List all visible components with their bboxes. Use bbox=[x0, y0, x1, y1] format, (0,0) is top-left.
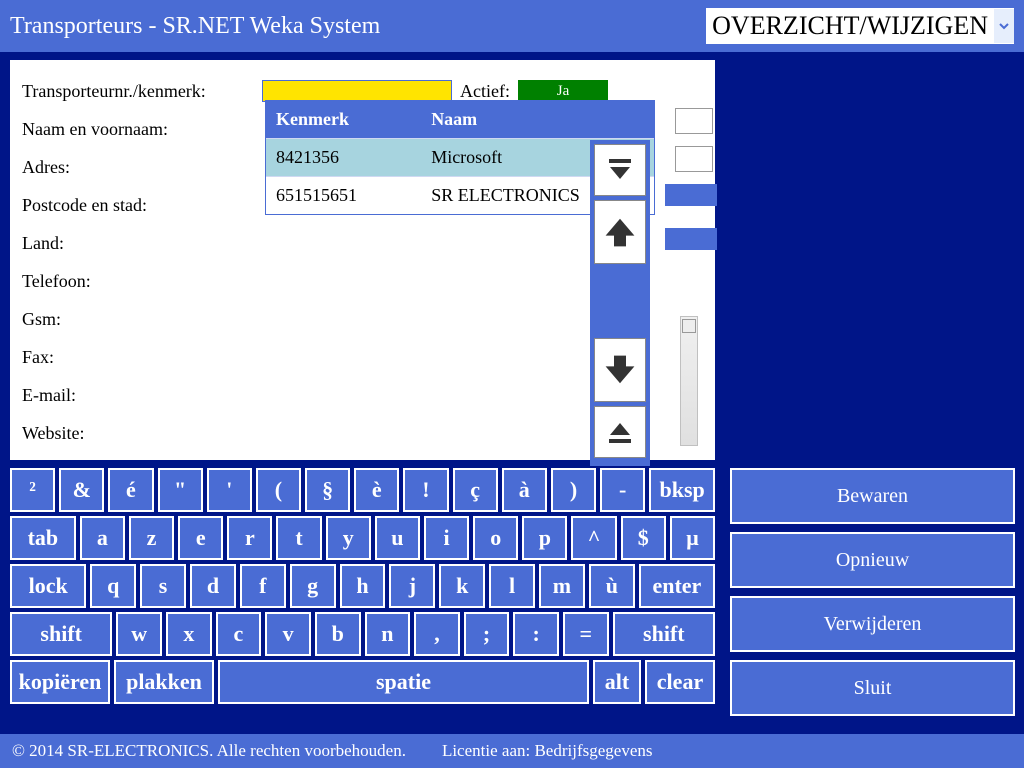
key-v[interactable]: v bbox=[265, 612, 311, 656]
title-bar: Transporteurs - SR.NET Weka System OVERZ… bbox=[0, 0, 1024, 52]
action-panel: Bewaren Opnieuw Verwijderen Sluit bbox=[730, 468, 1015, 724]
key-egrave[interactable]: è bbox=[354, 468, 399, 512]
key-e[interactable]: e bbox=[178, 516, 223, 560]
key-c[interactable]: c bbox=[216, 612, 262, 656]
mode-dropdown-value: OVERZICHT/WIJZIGEN bbox=[706, 8, 994, 44]
key-lock[interactable]: lock bbox=[10, 564, 86, 608]
key-paste[interactable]: plakken bbox=[114, 660, 214, 704]
save-button[interactable]: Bewaren bbox=[730, 468, 1015, 524]
status-bar: © 2014 SR-ELECTRONICS. Alle rechten voor… bbox=[0, 734, 1024, 768]
key-amp[interactable]: & bbox=[59, 468, 104, 512]
key-apos[interactable]: ' bbox=[207, 468, 252, 512]
down-button[interactable] bbox=[594, 338, 646, 402]
key-agrave[interactable]: à bbox=[502, 468, 547, 512]
label-adres: Adres: bbox=[22, 157, 262, 178]
reset-button[interactable]: Opnieuw bbox=[730, 532, 1015, 588]
last-button[interactable] bbox=[594, 406, 646, 458]
list-nav-column bbox=[590, 140, 650, 466]
key-excl[interactable]: ! bbox=[403, 468, 448, 512]
label-email: E-mail: bbox=[22, 385, 262, 406]
key-alt[interactable]: alt bbox=[593, 660, 641, 704]
label-postcode: Postcode en stad: bbox=[22, 195, 262, 216]
key-y[interactable]: y bbox=[326, 516, 371, 560]
key-minus[interactable]: - bbox=[600, 468, 645, 512]
key-dollar[interactable]: $ bbox=[621, 516, 666, 560]
key-eacute[interactable]: é bbox=[108, 468, 153, 512]
key-rparen[interactable]: ) bbox=[551, 468, 596, 512]
key-a[interactable]: a bbox=[80, 516, 125, 560]
key-d[interactable]: d bbox=[190, 564, 236, 608]
key-l[interactable]: l bbox=[489, 564, 535, 608]
key-s[interactable]: s bbox=[140, 564, 186, 608]
key-shift-left[interactable]: shift bbox=[10, 612, 112, 656]
key-j[interactable]: j bbox=[389, 564, 435, 608]
key-sect[interactable]: § bbox=[305, 468, 350, 512]
key-b[interactable]: b bbox=[315, 612, 361, 656]
label-naam: Naam en voornaam: bbox=[22, 119, 262, 140]
key-mu[interactable]: µ bbox=[670, 516, 715, 560]
col-naam: Naam bbox=[421, 101, 654, 139]
key-quote[interactable]: " bbox=[158, 468, 203, 512]
delete-button[interactable]: Verwijderen bbox=[730, 596, 1015, 652]
copyright-text: © 2014 SR-ELECTRONICS. Alle rechten voor… bbox=[12, 741, 406, 761]
on-screen-keyboard: ² & é " ' ( § è ! ç à ) - bksp tab a z e… bbox=[10, 468, 715, 708]
key-w[interactable]: w bbox=[116, 612, 162, 656]
key-colon[interactable]: : bbox=[513, 612, 559, 656]
aux-box-1 bbox=[675, 108, 713, 134]
label-actief: Actief: bbox=[460, 81, 510, 102]
key-i[interactable]: i bbox=[424, 516, 469, 560]
key-backspace[interactable]: bksp bbox=[649, 468, 715, 512]
label-gsm: Gsm: bbox=[22, 309, 262, 330]
close-button[interactable]: Sluit bbox=[730, 660, 1015, 716]
key-g[interactable]: g bbox=[290, 564, 336, 608]
label-website: Website: bbox=[22, 423, 262, 444]
first-button[interactable] bbox=[594, 144, 646, 196]
key-h[interactable]: h bbox=[340, 564, 386, 608]
key-q[interactable]: q bbox=[90, 564, 136, 608]
key-p[interactable]: p bbox=[522, 516, 567, 560]
aux-box-4 bbox=[665, 228, 717, 250]
label-transporteurnr: Transporteurnr./kenmerk: bbox=[22, 81, 262, 102]
label-fax: Fax: bbox=[22, 347, 262, 368]
key-o[interactable]: o bbox=[473, 516, 518, 560]
key-r[interactable]: r bbox=[227, 516, 272, 560]
key-t[interactable]: t bbox=[276, 516, 321, 560]
key-k[interactable]: k bbox=[439, 564, 485, 608]
key-u[interactable]: u bbox=[375, 516, 420, 560]
license-text: Licentie aan: Bedrijfsgegevens bbox=[442, 741, 653, 761]
key-shift-right[interactable]: shift bbox=[613, 612, 715, 656]
mode-dropdown[interactable]: OVERZICHT/WIJZIGEN bbox=[706, 8, 1014, 44]
chevron-down-icon bbox=[994, 9, 1014, 43]
key-f[interactable]: f bbox=[240, 564, 286, 608]
key-comma[interactable]: , bbox=[414, 612, 460, 656]
page-title: Transporteurs - SR.NET Weka System bbox=[10, 13, 380, 40]
key-semicolon[interactable]: ; bbox=[464, 612, 510, 656]
key-x[interactable]: x bbox=[166, 612, 212, 656]
key-space[interactable]: spatie bbox=[218, 660, 589, 704]
key-enter[interactable]: enter bbox=[639, 564, 715, 608]
actief-value[interactable]: Ja bbox=[518, 80, 608, 102]
aux-box-3 bbox=[665, 184, 717, 206]
key-lparen[interactable]: ( bbox=[256, 468, 301, 512]
transporteurnr-input[interactable] bbox=[262, 80, 452, 102]
label-land: Land: bbox=[22, 233, 262, 254]
key-equals[interactable]: = bbox=[563, 612, 609, 656]
key-ccedil[interactable]: ç bbox=[453, 468, 498, 512]
key-ugrave[interactable]: ù bbox=[589, 564, 635, 608]
scrollbar[interactable] bbox=[680, 316, 698, 446]
key-tab[interactable]: tab bbox=[10, 516, 76, 560]
key-caret[interactable]: ^ bbox=[571, 516, 616, 560]
label-telefoon: Telefoon: bbox=[22, 271, 262, 292]
up-button[interactable] bbox=[594, 200, 646, 264]
key-copy[interactable]: kopiëren bbox=[10, 660, 110, 704]
key-n[interactable]: n bbox=[365, 612, 411, 656]
aux-box-2 bbox=[675, 146, 713, 172]
key-z[interactable]: z bbox=[129, 516, 174, 560]
key-m[interactable]: m bbox=[539, 564, 585, 608]
key-sup2[interactable]: ² bbox=[10, 468, 55, 512]
col-kenmerk: Kenmerk bbox=[266, 101, 421, 139]
key-clear[interactable]: clear bbox=[645, 660, 715, 704]
